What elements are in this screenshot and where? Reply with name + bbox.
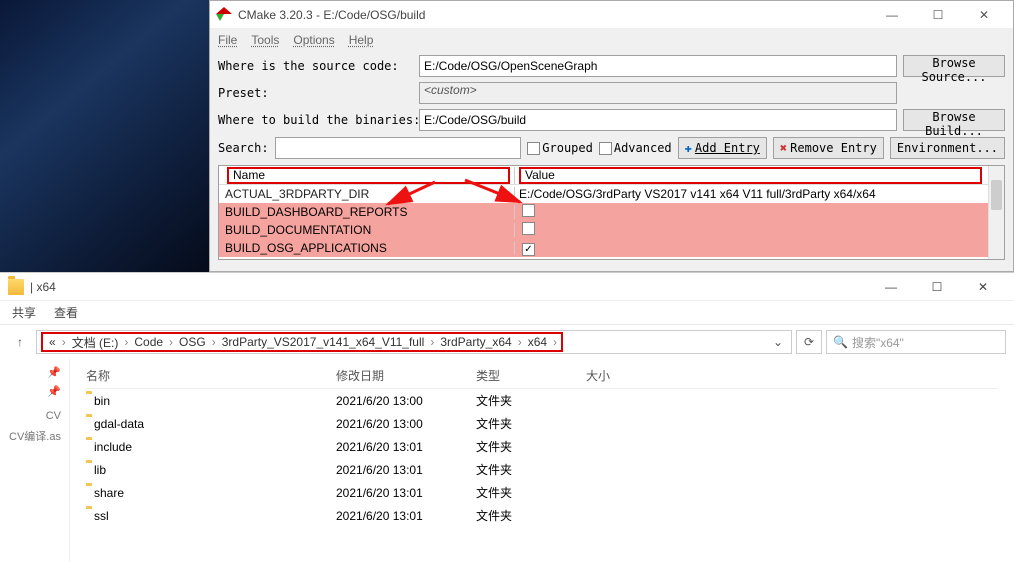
maximize-button[interactable]: ☐ — [915, 1, 961, 29]
search-label: Search: — [218, 141, 269, 155]
browse-source-button[interactable]: Browse Source... — [903, 55, 1005, 77]
x-icon: ✖ — [780, 141, 787, 155]
breadcrumb-segment[interactable]: OSG — [175, 335, 210, 349]
chevron-right-icon: › — [60, 335, 68, 349]
menu-help[interactable]: Help — [349, 33, 374, 47]
cmake-logo-icon — [216, 7, 232, 23]
breadcrumb-segment[interactable]: 3rdParty_VS2017_v141_x64_V11_full — [218, 335, 429, 349]
table-row[interactable]: BUILD_OSG_APPLICATIONS ✓ — [219, 239, 988, 257]
cmake-window: CMake 3.20.3 - E:/Code/OSG/build — ☐ ✕ F… — [209, 0, 1014, 272]
chevron-right-icon: › — [122, 335, 130, 349]
source-label: Where is the source code: — [218, 59, 413, 73]
chevron-right-icon: › — [551, 335, 559, 349]
col-size[interactable]: 大小 — [586, 367, 666, 384]
list-item[interactable]: bin2021/6/20 13:00文件夹 — [86, 389, 998, 412]
list-header: 名称 修改日期 类型 大小 — [86, 363, 998, 389]
close-button[interactable]: ✕ — [961, 1, 1007, 29]
grouped-checkbox[interactable]: Grouped — [527, 141, 593, 155]
refresh-button[interactable]: ⟳ — [796, 330, 822, 354]
cmake-menubar: File Tools Options Help — [210, 29, 1013, 51]
cache-entry-value[interactable] — [515, 222, 988, 238]
explorer-title: x64 — [36, 280, 55, 294]
build-input[interactable] — [419, 109, 897, 131]
browse-build-button[interactable]: Browse Build... — [903, 109, 1005, 131]
sidebar-pin-item[interactable]: 📌 — [2, 382, 67, 401]
cmake-titlebar[interactable]: CMake 3.20.3 - E:/Code/OSG/build — ☐ ✕ — [210, 1, 1013, 29]
name-header[interactable]: Name — [227, 167, 510, 184]
checkbox[interactable] — [522, 222, 535, 235]
folder-icon — [8, 279, 24, 295]
add-entry-button[interactable]: ✚Add Entry — [678, 137, 767, 159]
remove-entry-button[interactable]: ✖Remove Entry — [773, 137, 884, 159]
cache-entry-name: BUILD_DASHBOARD_REPORTS — [219, 205, 515, 219]
preset-label: Preset: — [218, 86, 413, 100]
table-row[interactable]: ACTUAL_3RDPARTY_DIRE:/Code/OSG/3rdParty … — [219, 185, 988, 203]
explorer-search-input[interactable]: 🔍 搜索"x64" — [826, 330, 1006, 354]
cache-entry-value[interactable]: E:/Code/OSG/3rdParty VS2017 v141 x64 V11… — [515, 187, 988, 201]
checkbox[interactable]: ✓ — [522, 243, 535, 256]
explorer-window: | x64 — ☐ ✕ 共享 查看 ↑ «›文档 (E:)›Code›OSG›3… — [0, 272, 1014, 562]
cache-entry-value[interactable] — [515, 204, 988, 220]
breadcrumb-segment[interactable]: 文档 (E:) — [68, 334, 123, 351]
scrollbar[interactable] — [988, 166, 1004, 259]
list-item[interactable]: ssl2021/6/20 13:01文件夹 — [86, 504, 998, 527]
address-dropdown-icon[interactable]: ⌄ — [769, 335, 787, 349]
cache-entry-name: ACTUAL_3RDPARTY_DIR — [219, 187, 515, 201]
search-icon: 🔍 — [833, 335, 848, 349]
chevron-right-icon: › — [428, 335, 436, 349]
chevron-right-icon: › — [210, 335, 218, 349]
col-date[interactable]: 修改日期 — [336, 367, 476, 384]
list-item[interactable]: share2021/6/20 13:01文件夹 — [86, 481, 998, 504]
build-label: Where to build the binaries: — [218, 113, 413, 127]
breadcrumb-segment[interactable]: « — [45, 335, 60, 349]
cache-entry-name: BUILD_DOCUMENTATION — [219, 223, 515, 237]
menu-file[interactable]: File — [218, 33, 237, 47]
cmake-cache-table: Name Value ACTUAL_3RDPARTY_DIRE:/Code/OS… — [218, 165, 1005, 260]
list-item[interactable]: gdal-data2021/6/20 13:00文件夹 — [86, 412, 998, 435]
menu-tools[interactable]: Tools — [251, 33, 279, 47]
environment-button[interactable]: Environment... — [890, 137, 1005, 159]
menu-options[interactable]: Options — [293, 33, 334, 47]
sidebar-pin-item[interactable]: 📌 — [2, 363, 67, 382]
search-input[interactable] — [275, 137, 522, 159]
preset-select[interactable]: <custom> — [419, 82, 897, 104]
sidebar-item[interactable]: CV编译.as — [2, 425, 67, 447]
address-bar[interactable]: «›文档 (E:)›Code›OSG›3rdParty_VS2017_v141_… — [36, 330, 792, 354]
cache-entry-name: BUILD_OSG_APPLICATIONS — [219, 241, 515, 255]
col-type[interactable]: 类型 — [476, 367, 586, 384]
list-item[interactable]: include2021/6/20 13:01文件夹 — [86, 435, 998, 458]
explorer-titlebar[interactable]: | x64 — ☐ ✕ — [0, 273, 1014, 301]
sidebar-item[interactable]: CV — [2, 407, 67, 425]
breadcrumb-segment[interactable]: 3rdParty_x64 — [436, 335, 515, 349]
close-button[interactable]: ✕ — [960, 273, 1006, 301]
explorer-sidebar: 📌 📌 CV CV编译.as — [0, 359, 70, 562]
tab-view[interactable]: 查看 — [54, 304, 78, 321]
desktop-background — [0, 0, 209, 272]
minimize-button[interactable]: — — [869, 1, 915, 29]
plus-icon: ✚ — [685, 141, 692, 155]
breadcrumb-segment[interactable]: Code — [130, 335, 167, 349]
maximize-button[interactable]: ☐ — [914, 273, 960, 301]
value-header[interactable]: Value — [519, 167, 982, 184]
list-item[interactable]: lib2021/6/20 13:01文件夹 — [86, 458, 998, 481]
col-name[interactable]: 名称 — [86, 367, 336, 384]
chevron-right-icon: › — [167, 335, 175, 349]
checkbox[interactable] — [522, 204, 535, 217]
cmake-title: CMake 3.20.3 - E:/Code/OSG/build — [238, 8, 869, 22]
breadcrumb-segment[interactable]: x64 — [524, 335, 551, 349]
table-row[interactable]: BUILD_DASHBOARD_REPORTS — [219, 203, 988, 221]
minimize-button[interactable]: — — [868, 273, 914, 301]
source-input[interactable] — [419, 55, 897, 77]
cache-entry-value[interactable]: ✓ — [515, 241, 988, 256]
tab-share[interactable]: 共享 — [12, 304, 36, 321]
advanced-checkbox[interactable]: Advanced — [599, 141, 672, 155]
explorer-ribbon-tabs: 共享 查看 — [0, 301, 1014, 325]
table-row[interactable]: BUILD_DOCUMENTATION — [219, 221, 988, 239]
up-button[interactable]: ↑ — [8, 330, 32, 354]
chevron-right-icon: › — [516, 335, 524, 349]
